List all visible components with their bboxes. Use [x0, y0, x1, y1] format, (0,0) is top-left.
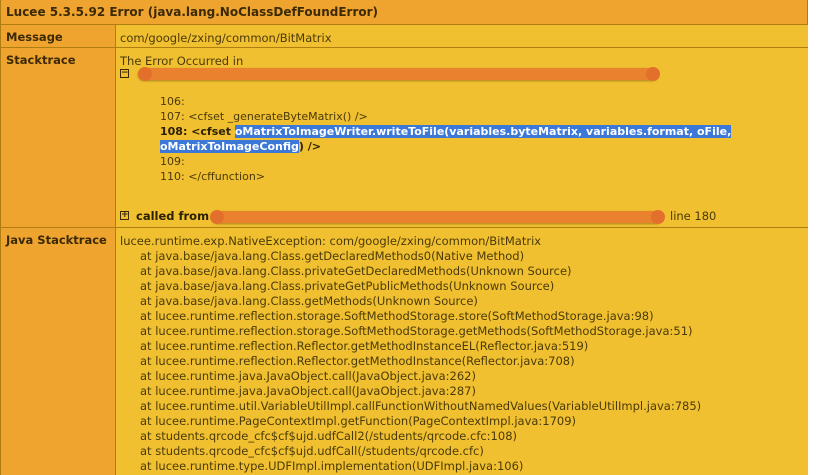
code-line-108-suffix: ) />: [298, 140, 321, 153]
trace-line: at lucee.runtime.reflection.storage.Soft…: [140, 309, 654, 323]
message-value-cell: com/google/zxing/common/BitMatrix: [116, 25, 808, 48]
stacktrace-label: Stacktrace: [1, 48, 116, 228]
code-line-108-selection: oMatrixToImageWriter.writeToFile(variabl…: [234, 125, 732, 138]
trace-line: at java.base/java.lang.Class.privateGetP…: [140, 279, 555, 293]
trace-line: at students.qrcode_cfc$cf$ujd.udfCall(/s…: [140, 444, 484, 458]
code-line-108-selection-end: oMatrixToImageConfig: [160, 140, 299, 153]
trace-line: at lucee.runtime.java.JavaObject.call(Ja…: [140, 369, 476, 383]
trace-line: at lucee.runtime.java.JavaObject.call(Ja…: [140, 384, 476, 398]
redaction-end-dot: [646, 67, 660, 81]
trace-line: at lucee.runtime.PageContextImpl.getFunc…: [140, 414, 577, 428]
trace-line: at lucee.runtime.reflection.Reflector.ge…: [140, 354, 575, 368]
trace-line: at lucee.runtime.reflection.Reflector.ge…: [140, 339, 589, 353]
code-line-108-prefix: 108: <cfset: [160, 125, 235, 138]
code-line-109: 109:: [160, 155, 185, 168]
error-page: Lucee 5.3.5.92 Error (java.lang.NoClassD…: [0, 0, 808, 475]
trace-line: at students.qrcode_cfc$cf$ujd.udfCall2(/…: [140, 429, 517, 443]
message-value: com/google/zxing/common/BitMatrix: [120, 31, 332, 45]
trace-line: at java.base/java.lang.Class.privateGetD…: [140, 264, 572, 278]
stacktrace-cell: The Error Occurred in − 106: 107: <cfset…: [116, 48, 808, 228]
redaction-start-dot: [138, 67, 152, 81]
java-stacktrace-label: Java Stacktrace: [1, 228, 116, 475]
redaction-start-dot-2: [210, 210, 224, 224]
java-stacktrace-cell: lucee.runtime.exp.NativeException: com/g…: [116, 228, 808, 475]
code-line-108: 108: <cfset oMatrixToImageWriter.writeTo…: [160, 125, 732, 138]
trace-line: at java.base/java.lang.Class.getMethods(…: [140, 294, 478, 308]
trace-line: at lucee.runtime.type.UDFImpl.implementa…: [140, 459, 524, 473]
code-line-108-continued: oMatrixToImageConfig) />: [160, 140, 321, 153]
redaction-mark: [138, 68, 658, 80]
called-from-label: called from: [136, 209, 210, 223]
trace-line: at lucee.runtime.reflection.storage.Soft…: [140, 324, 693, 338]
message-label: Message: [1, 25, 116, 48]
code-line-106: 106:: [160, 95, 185, 108]
error-title: Lucee 5.3.5.92 Error (java.lang.NoClassD…: [1, 0, 807, 25]
code-line-107: 107: <cfset _generateByteMatrix() />: [160, 110, 368, 123]
code-line-110: 110: </cffunction>: [160, 170, 266, 183]
collapse-toggle-icon[interactable]: −: [120, 69, 129, 78]
called-from-line: line 180: [670, 209, 717, 223]
error-occurred-intro: The Error Occurred in: [120, 54, 244, 68]
expand-toggle-icon[interactable]: +: [120, 211, 129, 220]
redaction-end-dot-2: [651, 210, 665, 224]
java-stacktrace-head: lucee.runtime.exp.NativeException: com/g…: [120, 234, 542, 248]
trace-line: at lucee.runtime.util.VariableUtilImpl.c…: [140, 399, 702, 413]
trace-line: at java.base/java.lang.Class.getDeclared…: [140, 249, 525, 263]
redaction-mark-2: [212, 211, 662, 223]
